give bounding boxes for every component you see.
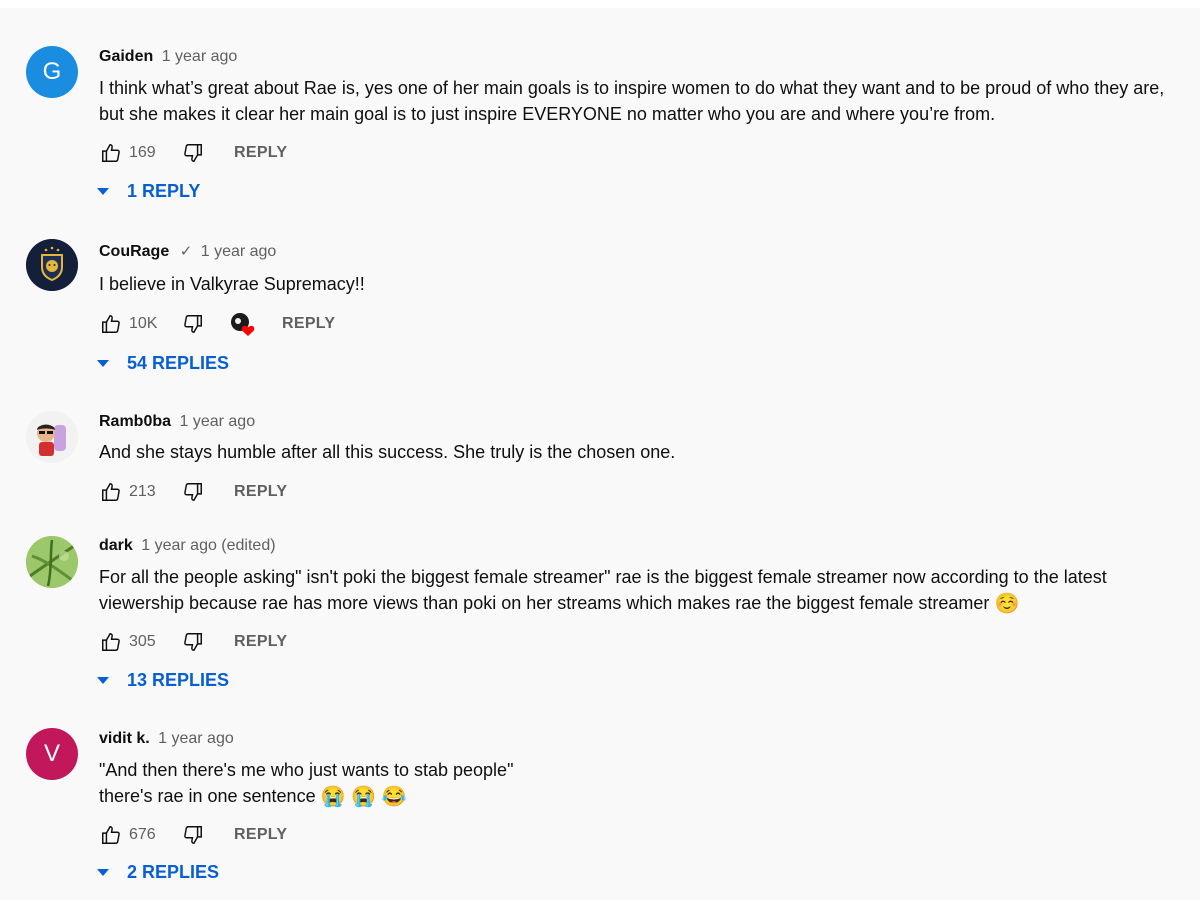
author-name[interactable]: vidit k. — [99, 730, 150, 747]
author-name[interactable]: CouRage — [99, 243, 169, 260]
avatar-letter: G — [42, 58, 62, 85]
thumbs-down-icon[interactable] — [181, 141, 205, 165]
author-name[interactable]: Gaiden — [99, 48, 153, 65]
cartoon-person-icon — [26, 411, 78, 463]
comment-time[interactable]: 1 year ago — [179, 413, 255, 430]
comment-line: For all the people asking" isn't poki th… — [99, 567, 1107, 587]
avatar[interactable]: G — [26, 46, 78, 98]
smiling-face-emoji: ☺️ — [994, 593, 1020, 616]
comment-time[interactable]: 1 year ago (edited) — [141, 537, 275, 554]
caret-down-icon — [97, 869, 109, 876]
avatar[interactable]: V — [26, 728, 78, 780]
reply-button[interactable]: REPLY — [234, 826, 287, 844]
view-replies-button[interactable]: 13 REPLIES — [97, 670, 229, 691]
comment-line: but she makes it clear her main goal is … — [99, 104, 996, 124]
creator-heart-icon — [229, 311, 255, 337]
avatar[interactable] — [26, 239, 78, 291]
crying-laughing-emojis: 😭 😭 😂 — [320, 786, 407, 809]
avatar[interactable] — [26, 411, 78, 463]
comment-time[interactable]: 1 year ago — [201, 243, 277, 260]
comment-time[interactable]: 1 year ago — [162, 48, 238, 65]
author-name[interactable]: Ramb0ba — [99, 413, 171, 430]
replies-label: 1 REPLY — [127, 181, 201, 201]
comment-text: I think what’s great about Rae is, yes o… — [99, 75, 1184, 127]
lion-shield-icon — [26, 239, 78, 291]
comment-line: And she stays humble after all this succ… — [99, 442, 676, 462]
thumbs-down-icon[interactable] — [181, 480, 205, 504]
avatar[interactable] — [26, 536, 78, 588]
like-count: 305 — [129, 633, 156, 650]
comment-line: there's rae in one sentence — [99, 786, 316, 806]
comment-text: "And then there's me who just wants to s… — [99, 757, 1184, 810]
comment-actions: 169 REPLY — [99, 141, 287, 165]
like-count: 10K — [129, 315, 158, 332]
comment-text: I believe in Valkyrae Supremacy!! — [99, 271, 1184, 297]
caret-down-icon — [97, 360, 109, 367]
caret-down-icon — [97, 677, 109, 684]
view-replies-button[interactable]: 2 REPLIES — [97, 862, 219, 883]
comment-line: I believe in Valkyrae Supremacy!! — [99, 274, 365, 294]
comment-actions: 10K REPLY — [99, 312, 335, 336]
verified-check-icon: ✓ — [179, 243, 193, 260]
top-strip — [0, 0, 1200, 8]
comment-time[interactable]: 1 year ago — [158, 730, 234, 747]
like-count: 676 — [129, 826, 156, 843]
comment-line: viewership because rae has more views th… — [99, 593, 990, 613]
comment-line: I think what’s great about Rae is, yes o… — [99, 78, 1165, 98]
replies-label: 54 REPLIES — [127, 353, 230, 373]
thumbs-down-icon[interactable] — [181, 630, 205, 654]
like-count: 169 — [129, 144, 156, 161]
comment-header: Ramb0ba 1 year ago — [99, 413, 255, 431]
thumbs-down-icon[interactable] — [181, 312, 205, 336]
reply-button[interactable]: REPLY — [234, 144, 287, 162]
comment-actions: 676 REPLY — [99, 823, 287, 847]
comment-header: CouRage ✓ 1 year ago — [99, 242, 276, 261]
comment-actions: 213 REPLY — [99, 480, 287, 504]
thumbs-down-icon[interactable] — [181, 823, 205, 847]
thumbs-up-icon[interactable] — [99, 823, 123, 847]
replies-label: 2 REPLIES — [127, 862, 220, 882]
comment-actions: 305 REPLY — [99, 630, 287, 654]
comment-text: And she stays humble after all this succ… — [99, 439, 1184, 465]
thumbs-up-icon[interactable] — [99, 630, 123, 654]
comment-header: Gaiden 1 year ago — [99, 48, 237, 66]
avatar-letter: V — [43, 740, 60, 767]
author-name[interactable]: dark — [99, 537, 133, 554]
caret-down-icon — [97, 188, 109, 195]
replies-label: 13 REPLIES — [127, 670, 230, 690]
comment-header: vidit k. 1 year ago — [99, 730, 234, 748]
thumbs-up-icon[interactable] — [99, 480, 123, 504]
reply-button[interactable]: REPLY — [234, 633, 287, 651]
reply-button[interactable]: REPLY — [282, 315, 335, 333]
thumbs-up-icon[interactable] — [99, 141, 123, 165]
view-replies-button[interactable]: 54 REPLIES — [97, 353, 229, 374]
comment-text: For all the people asking" isn't poki th… — [99, 564, 1184, 617]
plant-photo-icon — [26, 536, 78, 588]
like-count: 213 — [129, 483, 156, 500]
thumbs-up-icon[interactable] — [99, 312, 123, 336]
reply-button[interactable]: REPLY — [234, 483, 287, 501]
comment-line: "And then there's me who just wants to s… — [99, 760, 514, 780]
view-replies-button[interactable]: 1 REPLY — [97, 181, 200, 202]
comment-header: dark 1 year ago (edited) — [99, 537, 276, 555]
